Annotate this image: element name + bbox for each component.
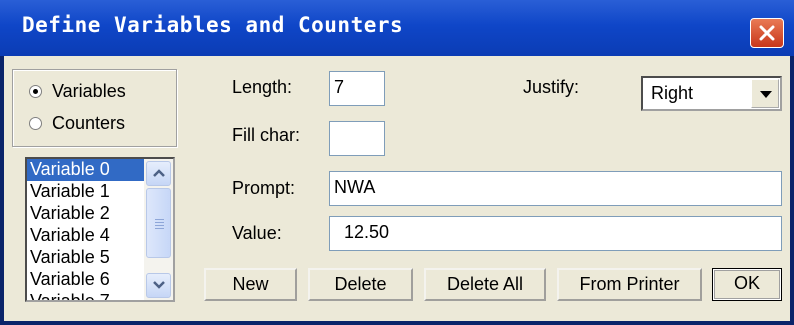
value-field[interactable]: 12.50: [329, 216, 782, 251]
new-button[interactable]: New: [204, 268, 297, 301]
radio-variables-dot[interactable]: [29, 84, 42, 98]
dialog-body: Variables Counters Variable 0 Variable 1…: [4, 56, 790, 321]
dropdown-arrow-icon: [760, 91, 772, 98]
radio-counters[interactable]: Counters: [29, 111, 125, 135]
window-title: Define Variables and Counters: [22, 13, 404, 37]
radio-counters-dot[interactable]: [29, 116, 42, 130]
title-bar[interactable]: Define Variables and Counters: [0, 0, 794, 56]
scroll-down-button[interactable]: [146, 273, 171, 298]
chevron-up-icon: [153, 169, 165, 177]
list-item-variable-2[interactable]: Variable 2: [27, 203, 144, 225]
close-button[interactable]: [750, 18, 784, 48]
scroll-up-button[interactable]: [146, 161, 171, 186]
mode-group: Variables Counters: [12, 69, 177, 147]
value-label: Value:: [232, 223, 282, 243]
prompt-label: Prompt:: [232, 178, 296, 198]
chevron-down-icon: [153, 281, 165, 289]
listbox-scrollbar[interactable]: [144, 159, 173, 300]
length-field[interactable]: 7: [329, 71, 385, 106]
list-item-variable-5[interactable]: Variable 5: [27, 247, 144, 269]
scroll-thumb[interactable]: [146, 188, 171, 258]
list-item-variable-7[interactable]: Variable 7: [27, 291, 144, 300]
justify-dropdown-button[interactable]: [751, 79, 779, 108]
dialog-window: Define Variables and Counters Variables …: [0, 0, 794, 325]
prompt-field[interactable]: NWA: [329, 171, 782, 206]
length-label: Length:: [232, 77, 293, 97]
list-item-variable-0[interactable]: Variable 0: [27, 159, 144, 181]
ok-button[interactable]: OK: [712, 268, 782, 301]
justify-select[interactable]: Right: [641, 76, 782, 111]
delete-all-button[interactable]: Delete All: [424, 268, 546, 301]
justify-value: Right: [651, 83, 694, 103]
from-printer-button[interactable]: From Printer: [557, 268, 702, 301]
list-item-variable-6[interactable]: Variable 6: [27, 269, 144, 291]
radio-variables[interactable]: Variables: [29, 79, 126, 103]
radio-counters-label: Counters: [52, 112, 126, 133]
variable-listbox[interactable]: Variable 0 Variable 1 Variable 2 Variabl…: [25, 157, 175, 302]
close-icon: [759, 25, 775, 41]
fill-char-field[interactable]: [329, 121, 385, 156]
justify-label: Justify:: [523, 77, 580, 97]
radio-variables-label: Variables: [52, 80, 126, 101]
delete-button[interactable]: Delete: [308, 268, 413, 301]
fill-char-label: Fill char:: [232, 125, 301, 145]
list-item-variable-1[interactable]: Variable 1: [27, 181, 144, 203]
list-item-variable-4[interactable]: Variable 4: [27, 225, 144, 247]
